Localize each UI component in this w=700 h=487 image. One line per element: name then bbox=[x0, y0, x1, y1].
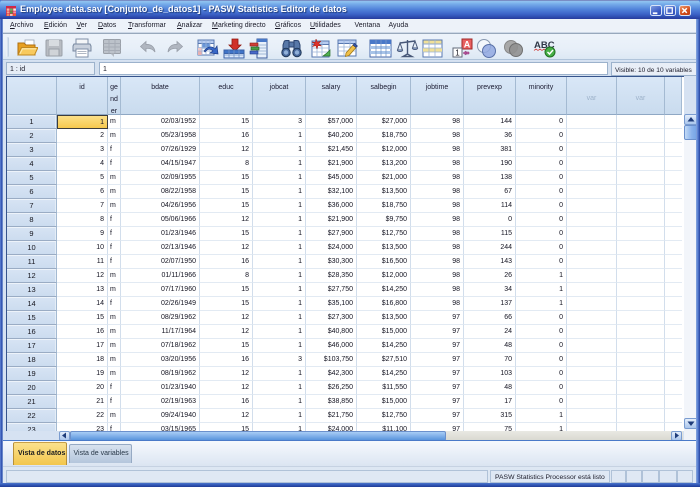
svg-text:1: 1 bbox=[455, 49, 460, 58]
svg-text:A: A bbox=[464, 40, 471, 50]
